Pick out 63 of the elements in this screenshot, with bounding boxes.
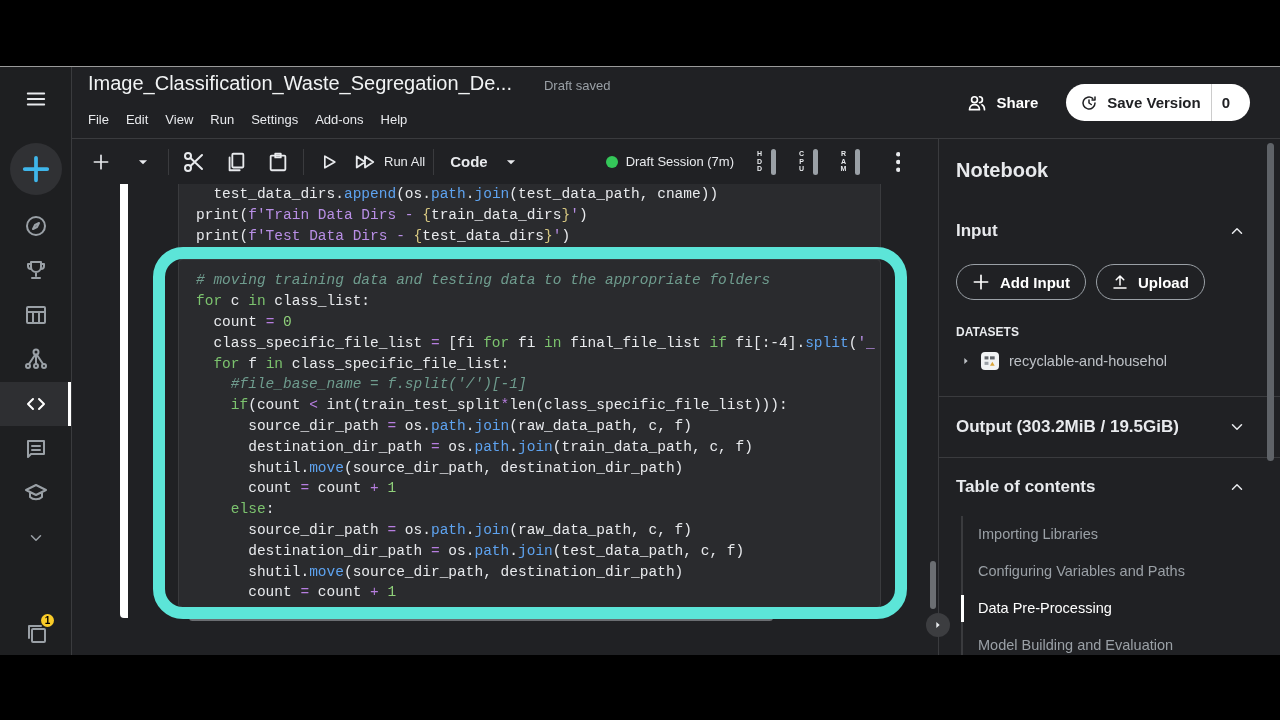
- toc-link[interactable]: Configuring Variables and Paths: [961, 553, 1252, 590]
- count-badge: 1: [41, 614, 54, 628]
- code-line: if(count < int(train_test_split*len(class_specific_file_list))):: [229, 396, 788, 416]
- code-line: source_dir_path = os.path.join(raw_data_path, c, f): [247, 416, 692, 436]
- menu-item[interactable]: View: [165, 112, 194, 127]
- notebook-title[interactable]: Image_Classification_Waste_Segregation_De...: [88, 72, 512, 95]
- code-line: source_dir_path = os.path.join(raw_data_path, c, f): [247, 520, 692, 540]
- code-line: destination_dir_path = os.path.join(test_data_path, c, f): [247, 541, 745, 561]
- save-status: Draft saved: [543, 78, 611, 93]
- usage-meter: [771, 148, 776, 175]
- code-line: shutil.move(source_dir_path, destination_dir_path): [247, 562, 684, 582]
- panel-scrollbar[interactable]: [1267, 143, 1274, 461]
- menu-item[interactable]: File: [88, 112, 109, 127]
- code-line: # moving training data and testing data to the appropriate folders: [196, 271, 771, 291]
- save-version-button[interactable]: Save Version: [1080, 84, 1211, 121]
- code-line: else:: [229, 500, 275, 520]
- cell-type-dropdown[interactable]: Code: [442, 144, 526, 179]
- menu-item[interactable]: Settings: [251, 112, 299, 127]
- compass-icon: [23, 213, 48, 238]
- usage-meter: [855, 148, 860, 175]
- sidebar-item[interactable]: 1: [0, 610, 71, 655]
- sidebar-item[interactable]: [0, 381, 71, 427]
- datasets-label: DATASETS: [955, 325, 1020, 339]
- version-count[interactable]: 0: [1210, 84, 1250, 121]
- code-line: destination_dir_path = os.path.join(train_data_path, c, f): [247, 437, 753, 457]
- usage-meter: [813, 148, 818, 175]
- menu-item[interactable]: Edit: [125, 112, 149, 127]
- upload-icon: [1111, 273, 1129, 291]
- toc-link[interactable]: Model Building and Evaluation: [961, 627, 1252, 655]
- code-line: count = count + 1: [247, 479, 397, 499]
- menu-item[interactable]: Help: [380, 112, 408, 127]
- code-line: for c in class_list:: [196, 292, 371, 312]
- run-all-button[interactable]: Run All: [354, 144, 426, 179]
- toc-link[interactable]: Data Pre-Processing: [961, 595, 1252, 622]
- network-icon: [23, 347, 48, 372]
- toc-link[interactable]: Importing Libraries: [961, 516, 1252, 553]
- section-header[interactable]: Input: [939, 201, 1252, 261]
- plus-icon: [971, 272, 991, 292]
- code-line: test_data_dirs.append(os.path.join(test_data_path, cname)): [212, 185, 719, 204]
- plus-icon: [20, 154, 51, 184]
- code-line: print(f'Test Data Dirs - {test_data_dirs}'): [196, 226, 571, 246]
- section-header[interactable]: Table of contents: [939, 458, 1252, 516]
- menu-item[interactable]: Add-ons: [315, 112, 364, 127]
- more-vert-icon: [895, 151, 901, 172]
- code-line: shutil.move(source_dir_path, destination_dir_path): [247, 458, 684, 478]
- clipboard-icon: [267, 150, 289, 173]
- menu-item[interactable]: Run: [210, 112, 235, 127]
- dataset-item[interactable]: recyclable-and-househol: [1009, 353, 1167, 369]
- scissors-icon: [182, 149, 206, 174]
- history-icon: [1080, 93, 1099, 112]
- code-line: count = count + 1: [247, 583, 397, 603]
- vertical-scrollbar[interactable]: [930, 561, 936, 609]
- code-line: print(f'Train Data Dirs - {train_data_dirs}'): [196, 205, 588, 225]
- code-line: class_specific_file_list = [fi for fi in final_file_list if fi[:-4].split('_: [212, 333, 875, 353]
- session-label[interactable]: Draft Session (7m): [625, 154, 734, 169]
- collapse-panel-button[interactable]: [926, 613, 950, 637]
- code-line: count = 0: [212, 313, 292, 332]
- panel-title: Notebook: [955, 158, 1050, 183]
- dataset-thumbnail-icon: [981, 352, 999, 370]
- code-line: #file_base_name = f.split('/')[-1]: [229, 375, 527, 395]
- share-button[interactable]: Share: [962, 86, 1043, 119]
- section-header[interactable]: Output (303.2MiB / 19.5GiB): [939, 397, 1252, 457]
- code-line: for f in class_specific_file_list:: [212, 354, 510, 374]
